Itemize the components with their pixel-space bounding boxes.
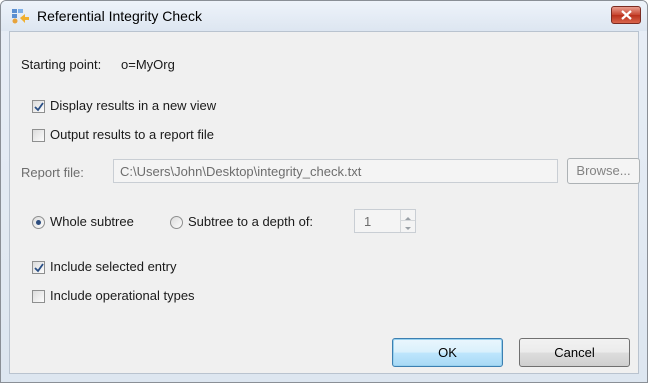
checkmark-icon [34,102,44,112]
include-operational-types-label[interactable]: Include operational types [50,288,195,303]
radio-selected-dot [36,220,41,225]
include-selected-entry-label[interactable]: Include selected entry [50,259,176,274]
depth-value[interactable]: 1 [364,214,371,229]
dialog-window: Referential Integrity Check Starting poi… [0,0,648,383]
browse-button[interactable]: Browse... [567,158,640,184]
close-icon [621,10,632,20]
spin-up-button[interactable] [400,210,415,221]
dialog-body: Starting point: o=MyOrg Display results … [9,31,640,374]
window-title: Referential Integrity Check [37,8,202,24]
whole-subtree-radio[interactable] [32,216,45,229]
ok-button[interactable]: OK [392,338,503,367]
checkmark-icon [34,263,44,273]
cancel-button[interactable]: Cancel [519,338,630,367]
depth-label[interactable]: Subtree to a depth of: [188,214,313,229]
report-file-input[interactable]: C:\Users\John\Desktop\integrity_check.tx… [113,159,558,183]
report-file-label: Report file: [21,165,84,180]
include-selected-entry-checkbox[interactable] [32,261,45,274]
output-report-file-checkbox[interactable] [32,129,45,142]
integrity-check-icon [12,8,30,24]
display-new-view-label[interactable]: Display results in a new view [50,98,216,113]
close-button[interactable] [611,6,641,24]
title-bar[interactable]: Referential Integrity Check [1,1,647,31]
whole-subtree-label[interactable]: Whole subtree [50,214,134,229]
spin-down-button[interactable] [400,221,415,232]
starting-point-label: Starting point: [21,57,102,72]
starting-point-value: o=MyOrg [121,57,175,72]
chevron-down-icon [405,227,411,230]
display-new-view-checkbox[interactable] [32,100,45,113]
depth-spinner[interactable]: 1 [354,209,416,233]
depth-radio[interactable] [170,216,183,229]
include-operational-types-checkbox[interactable] [32,290,45,303]
output-report-file-label[interactable]: Output results to a report file [50,127,214,142]
